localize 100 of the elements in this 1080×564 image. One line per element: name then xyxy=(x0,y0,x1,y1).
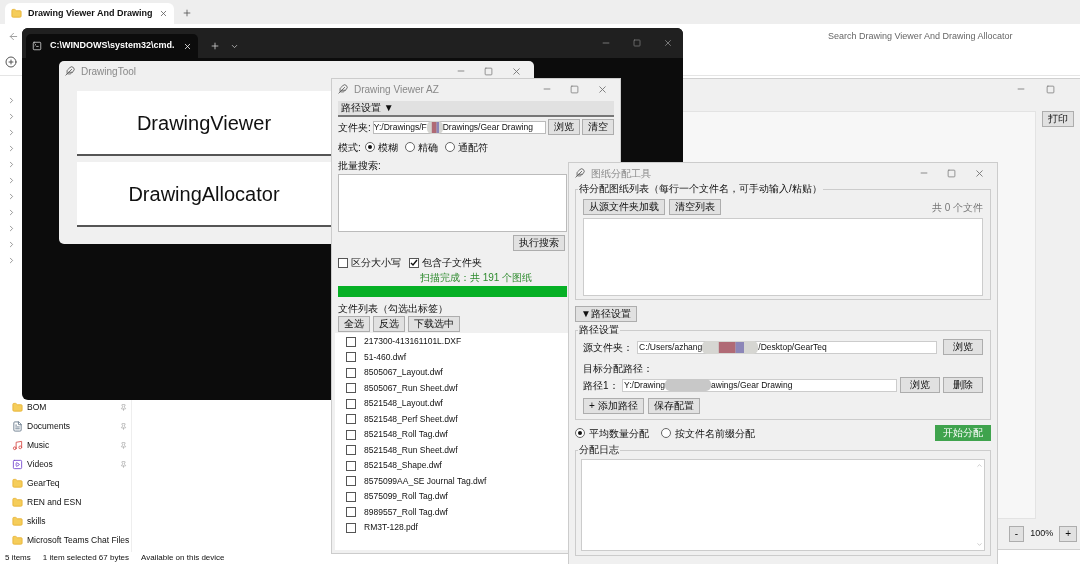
checkbox[interactable] xyxy=(346,398,356,409)
nav-item[interactable]: Microsoft Teams Chat Files xyxy=(0,531,131,550)
field-text: /Desktop/GearTeq xyxy=(758,340,827,354)
checkbox[interactable] xyxy=(346,352,356,363)
clear-button[interactable]: 清空 xyxy=(582,119,614,135)
video-icon xyxy=(12,459,23,470)
print-button[interactable]: 打印 xyxy=(1042,111,1074,127)
list-button[interactable]: 反选 xyxy=(373,316,405,332)
maximize-icon[interactable] xyxy=(1046,84,1055,94)
checkbox[interactable] xyxy=(409,258,419,268)
group-title: 分配日志 xyxy=(578,444,620,456)
folder-field[interactable]: Y:/Drawings/F Drawings/Gear Drawing xyxy=(372,120,546,134)
file-row[interactable]: 8575099_Roll Tag.dwf xyxy=(335,489,452,505)
zoom-out-button[interactable]: - xyxy=(1008,526,1025,542)
file-row[interactable]: 8521548_Roll Tag.dwf xyxy=(335,427,452,443)
radio-label: 精确 xyxy=(417,140,438,155)
explorer-tab[interactable]: Drawing Viewer And Drawing xyxy=(5,3,174,24)
browse-button[interactable]: 浏览 xyxy=(900,377,940,393)
search-button[interactable]: 执行搜索 xyxy=(513,235,565,251)
new-tab-icon[interactable] xyxy=(209,41,220,51)
window-title: Drawing Viewer AZ xyxy=(354,82,439,97)
path-label: 路径1： xyxy=(583,378,619,393)
radio-button[interactable] xyxy=(404,142,415,152)
back-icon[interactable] xyxy=(8,30,19,42)
tab-title: Drawing Viewer And Drawing xyxy=(28,6,153,20)
folder-icon xyxy=(12,516,23,527)
file-row[interactable]: RM3T-128.pdf xyxy=(335,520,422,536)
folder-icon xyxy=(12,497,23,508)
file-row[interactable]: 8989557_Roll Tag.dwf xyxy=(335,504,452,520)
launch-button[interactable]: DrawingViewer xyxy=(77,91,331,156)
file-row[interactable]: 8521548_Perf Sheet.dwf xyxy=(335,411,462,427)
browse-button[interactable]: 浏览 xyxy=(548,119,580,135)
terminal-tab[interactable]: C:\WINDOWS\system32\cmd. xyxy=(26,34,198,58)
nav-label: REN and ESN xyxy=(27,496,82,509)
radio-button[interactable] xyxy=(575,428,585,438)
folder-icon xyxy=(12,478,23,489)
radio-button[interactable] xyxy=(364,142,375,152)
checkbox[interactable] xyxy=(346,367,356,378)
save-config-button[interactable]: 保存配置 xyxy=(647,398,700,414)
maximize-icon[interactable] xyxy=(947,168,956,178)
group-title: 待分配图纸列表（每行一个文件名，可手动输入/粘贴） xyxy=(578,183,823,195)
checkbox[interactable] xyxy=(338,258,348,268)
radio-button[interactable] xyxy=(444,142,455,152)
zoom-in-button[interactable]: + xyxy=(1059,526,1077,542)
path-settings-toggle[interactable]: ▼路径设置 xyxy=(575,306,637,322)
target-path-field[interactable]: Y:/Drawing awings/Gear Drawing xyxy=(622,378,897,392)
clear-list-button[interactable]: 清空列表 xyxy=(669,199,721,215)
browse-button[interactable]: 浏览 xyxy=(943,339,983,355)
new-icon[interactable] xyxy=(5,55,17,68)
delete-button[interactable]: 删除 xyxy=(943,377,983,393)
maximize-icon[interactable] xyxy=(570,84,579,94)
nav-item[interactable]: skills xyxy=(0,512,131,531)
list-button[interactable]: 下载选中 xyxy=(408,316,460,332)
checkbox[interactable] xyxy=(346,429,356,440)
file-name: 8989557_Roll Tag.dwf xyxy=(364,505,448,519)
checkbox[interactable] xyxy=(346,476,356,487)
nav-label: Music xyxy=(27,439,50,452)
checkbox[interactable] xyxy=(346,414,356,425)
file-row[interactable]: 217300-413161101L.DXF xyxy=(335,334,466,350)
load-button[interactable]: 从源文件夹加载 xyxy=(583,199,665,215)
checkbox[interactable] xyxy=(346,491,356,502)
batch-search-box[interactable] xyxy=(338,174,567,232)
file-row[interactable]: 8505067_Layout.dwf xyxy=(335,365,447,381)
radio-label: 模糊 xyxy=(377,140,398,155)
file-name: 8575099AA_SE Journal Tag.dwf xyxy=(364,474,487,488)
launch-button[interactable]: DrawingAllocator xyxy=(77,162,331,227)
checkbox[interactable] xyxy=(346,460,356,471)
file-row[interactable]: 8575099AA_SE Journal Tag.dwf xyxy=(335,473,491,489)
nav-item[interactable]: Documents xyxy=(0,417,131,436)
nav-item[interactable]: REN and ESN xyxy=(0,493,131,512)
checkbox[interactable] xyxy=(346,336,356,347)
field-text: Y:/Drawing xyxy=(623,378,666,392)
new-tab-icon[interactable] xyxy=(181,8,192,18)
checkbox[interactable] xyxy=(346,522,356,533)
path-settings-toggle[interactable]: 路径设置 ▼ xyxy=(338,101,614,117)
maximize-icon[interactable] xyxy=(633,39,641,47)
close-icon[interactable] xyxy=(182,41,192,51)
file-row[interactable]: 8505067_Run Sheet.dwf xyxy=(335,380,462,396)
file-name: 8521548_Run Sheet.dwf xyxy=(364,443,458,457)
source-field[interactable]: C:/Users/azhang /Desktop/GearTeq xyxy=(637,340,937,354)
folder-label: 文件夹: xyxy=(338,120,371,135)
list-button[interactable]: 全选 xyxy=(338,316,370,332)
file-row[interactable]: 8521548_Run Sheet.dwf xyxy=(335,442,462,458)
checkbox[interactable] xyxy=(346,383,356,394)
checkbox[interactable] xyxy=(346,507,356,518)
folder-icon xyxy=(12,535,23,546)
nav-item[interactable]: Videos xyxy=(0,455,131,474)
status-text: 1 item selected 67 bytes xyxy=(42,552,130,564)
nav-item[interactable]: GearTeq xyxy=(0,474,131,493)
file-row[interactable]: 8521548_Shape.dwf xyxy=(335,458,446,474)
maximize-icon[interactable] xyxy=(484,66,493,76)
radio-button[interactable] xyxy=(661,428,671,438)
checkbox[interactable] xyxy=(346,445,356,456)
field-text: C:/Users/azhang xyxy=(638,340,703,354)
nav-label: Microsoft Teams Chat Files xyxy=(27,534,130,547)
file-row[interactable]: 51-460.dwf xyxy=(335,349,411,365)
add-path-button[interactable]: + 添加路径 xyxy=(583,398,644,414)
nav-item[interactable]: BOM xyxy=(0,398,131,417)
nav-item[interactable]: Music xyxy=(0,436,131,455)
file-row[interactable]: 8521548_Layout.dwf xyxy=(335,396,447,412)
